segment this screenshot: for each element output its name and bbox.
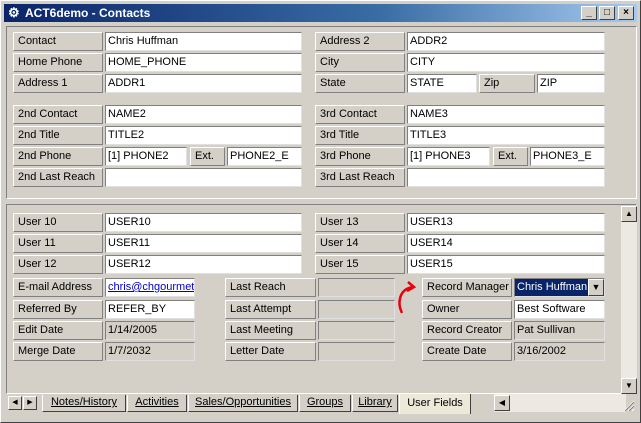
scroll-left-icon[interactable]: ◀ <box>494 395 510 411</box>
user-fields-panel <box>6 204 637 394</box>
close-button[interactable]: × <box>618 6 634 20</box>
tab-library[interactable]: Library <box>352 395 398 412</box>
user14-field[interactable]: USER14 <box>407 234 605 253</box>
second-ext-field[interactable]: PHONE2_E <box>227 147 302 166</box>
user12-field[interactable]: USER12 <box>105 255 302 274</box>
tab-sales-opportunities[interactable]: Sales/Opportunities <box>188 395 298 412</box>
contact-label: Contact <box>13 32 103 51</box>
user10-field[interactable]: USER10 <box>105 213 302 232</box>
arrow-right-icon[interactable]: ▶ <box>23 396 37 410</box>
user13-label: User 13 <box>315 213 405 232</box>
third-contact-label: 3rd Contact <box>315 105 405 124</box>
city-field[interactable]: CITY <box>407 53 605 72</box>
referred-by-field[interactable]: REFER_BY <box>105 300 195 319</box>
last-meeting-label: Last Meeting <box>225 321 316 340</box>
last-meeting-field <box>318 321 395 340</box>
second-title-field[interactable]: TITLE2 <box>105 126 302 145</box>
second-contact-label: 2nd Contact <box>13 105 103 124</box>
user13-field[interactable]: USER13 <box>407 213 605 232</box>
second-phone-label: 2nd Phone <box>13 147 103 166</box>
second-contact-field[interactable]: NAME2 <box>105 105 302 124</box>
third-phone-label: 3rd Phone <box>315 147 405 166</box>
third-ext-label: Ext. <box>493 147 528 166</box>
chevron-down-icon[interactable]: ▼ <box>588 279 604 296</box>
maximize-button[interactable]: □ <box>599 6 615 20</box>
third-title-label: 3rd Title <box>315 126 405 145</box>
user14-label: User 14 <box>315 234 405 253</box>
record-manager-select[interactable]: Chris Huffman ▼ <box>514 278 605 297</box>
third-title-field[interactable]: TITLE3 <box>407 126 605 145</box>
letter-date-field <box>318 342 395 361</box>
address1-field[interactable]: ADDR1 <box>105 74 302 93</box>
arrow-left-icon[interactable]: ◀ <box>8 396 22 410</box>
title-bar[interactable]: ⚙ ACT6demo - Contacts _ □ × <box>4 4 637 22</box>
third-ext-field[interactable]: PHONE3_E <box>530 147 605 166</box>
second-ext-label: Ext. <box>190 147 225 166</box>
second-last-reach-field[interactable] <box>105 168 302 187</box>
third-last-reach-label: 3rd Last Reach <box>315 168 405 187</box>
address2-field[interactable]: ADDR2 <box>407 32 605 51</box>
record-creator-label: Record Creator <box>422 321 512 340</box>
curved-arrow-icon <box>398 281 417 314</box>
size-grip-icon[interactable] <box>621 397 635 413</box>
third-contact-field[interactable]: NAME3 <box>407 105 605 124</box>
user15-label: User 15 <box>315 255 405 274</box>
arrow-up-icon[interactable]: ▲ <box>621 206 637 222</box>
record-manager-label: Record Manager <box>422 278 512 297</box>
email-field[interactable]: chris@chgourmet <box>105 278 195 297</box>
act-app-icon: ⚙ <box>8 5 20 20</box>
last-reach-label: Last Reach <box>225 278 316 297</box>
layout-tab-bar: ◀ ▶ Notes/History Activities Sales/Oppor… <box>6 394 637 416</box>
contact-field[interactable]: Chris Huffman <box>105 32 302 51</box>
tab-notes-history[interactable]: Notes/History <box>42 395 126 412</box>
referred-by-label: Referred By <box>13 300 103 319</box>
second-last-reach-label: 2nd Last Reach <box>13 168 103 187</box>
arrow-down-icon[interactable]: ▼ <box>621 378 637 394</box>
address2-label: Address 2 <box>315 32 405 51</box>
letter-date-label: Letter Date <box>225 342 316 361</box>
merge-date-field: 1/7/2032 <box>105 342 195 361</box>
second-phone-field[interactable]: [1] PHONE2 <box>105 147 187 166</box>
horizontal-scrollbar[interactable]: ◀ <box>494 394 626 412</box>
address1-label: Address 1 <box>13 74 103 93</box>
owner-field[interactable]: Best Software <box>514 300 605 319</box>
third-last-reach-field[interactable] <box>407 168 605 187</box>
user12-label: User 12 <box>13 255 103 274</box>
user11-field[interactable]: USER11 <box>105 234 302 253</box>
last-reach-field <box>318 278 395 297</box>
second-title-label: 2nd Title <box>13 126 103 145</box>
tab-activities[interactable]: Activities <box>127 395 187 412</box>
user10-label: User 10 <box>13 213 103 232</box>
user11-label: User 11 <box>13 234 103 253</box>
zip-label: Zip <box>479 74 535 93</box>
edit-date-field: 1/14/2005 <box>105 321 195 340</box>
edit-date-label: Edit Date <box>13 321 103 340</box>
user15-field[interactable]: USER15 <box>407 255 605 274</box>
minimize-button[interactable]: _ <box>581 6 597 20</box>
last-attempt-label: Last Attempt <box>225 300 316 319</box>
city-label: City <box>315 53 405 72</box>
last-attempt-field <box>318 300 395 319</box>
record-manager-value: Chris Huffman <box>517 281 588 293</box>
tab-groups[interactable]: Groups <box>299 395 351 412</box>
zip-field[interactable]: ZIP <box>537 74 605 93</box>
create-date-label: Create Date <box>422 342 512 361</box>
state-label: State <box>315 74 405 93</box>
third-phone-field[interactable]: [1] PHONE3 <box>407 147 490 166</box>
contacts-window: ⚙ ACT6demo - Contacts _ □ × Contact Chri… <box>0 0 641 423</box>
email-label: E-mail Address <box>13 278 103 297</box>
state-field[interactable]: STATE <box>407 74 477 93</box>
window-title: ACT6demo - Contacts <box>25 6 151 20</box>
record-creator-field: Pat Sullivan <box>514 321 605 340</box>
tab-user-fields[interactable]: User Fields <box>399 394 471 414</box>
create-date-field: 3/16/2002 <box>514 342 605 361</box>
merge-date-label: Merge Date <box>13 342 103 361</box>
vertical-scrollbar[interactable]: ▲ ▼ <box>621 206 637 394</box>
owner-label: Owner <box>422 300 512 319</box>
home-phone-field[interactable]: HOME_PHONE <box>105 53 302 72</box>
home-phone-label: Home Phone <box>13 53 103 72</box>
